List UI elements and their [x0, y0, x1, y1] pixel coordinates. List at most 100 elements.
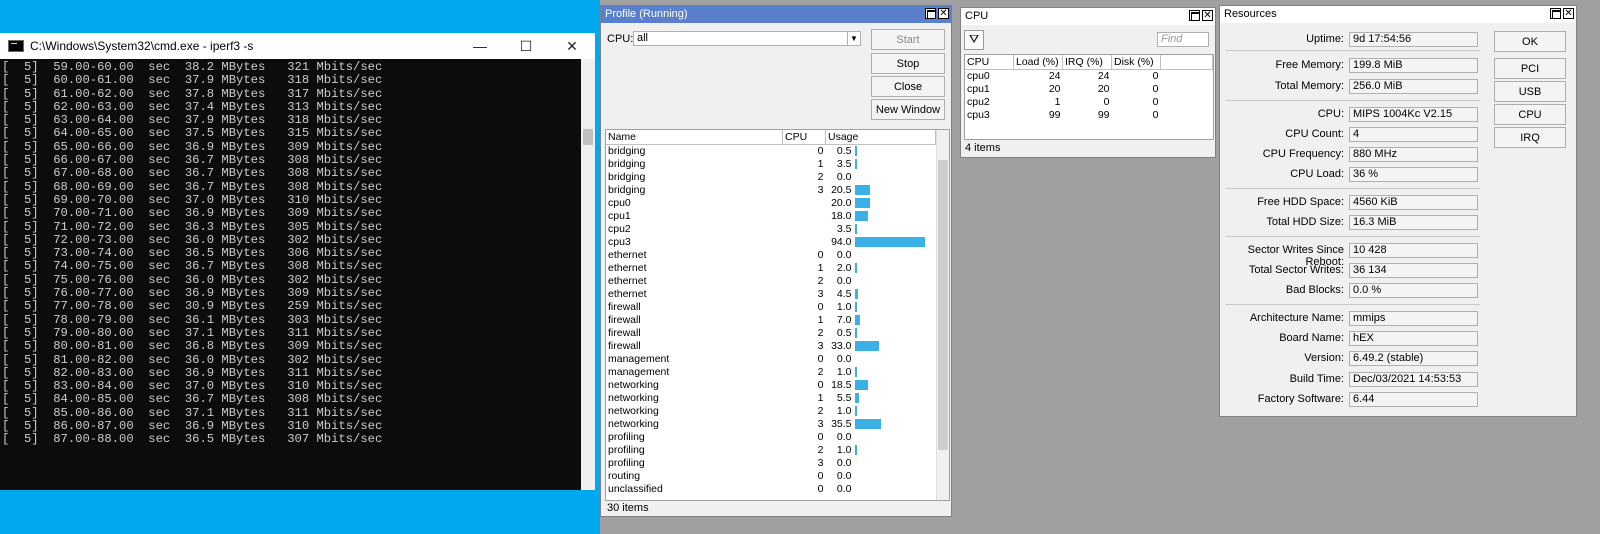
table-row[interactable]: ethernet 0 0.0	[606, 249, 936, 262]
cpu-select[interactable]: all ▼	[633, 31, 861, 46]
scrollbar-thumb[interactable]	[938, 160, 948, 450]
stop-button[interactable]: Stop	[871, 53, 945, 74]
process-name: cpu2	[608, 223, 631, 235]
table-row[interactable]: cpu0 20.0	[606, 197, 936, 210]
table-row[interactable]: networking 1 5.5	[606, 392, 936, 405]
table-row[interactable]: firewall 3 33.0	[606, 340, 936, 353]
table-row[interactable]: cpu2 1 0 0	[965, 96, 1213, 109]
table-row[interactable]: ethernet 2 0.0	[606, 275, 936, 288]
scrollbar-thumb[interactable]	[583, 129, 593, 145]
table-row[interactable]: firewall 0 1.0	[606, 301, 936, 314]
table-row[interactable]: management 2 1.0	[606, 366, 936, 379]
field-value[interactable]: 36 134	[1349, 263, 1478, 278]
column-header-irq[interactable]: IRQ (%)	[1062, 55, 1112, 70]
cpu-table[interactable]: CPU Load (%) IRQ (%) Disk (%) cpu0 24 24 0 c…	[964, 54, 1214, 140]
table-row[interactable]: bridging 2 0.0	[606, 171, 936, 184]
cpu-title-bar[interactable]: CPU ✕	[961, 8, 1215, 25]
table-row[interactable]: cpu2 3.5	[606, 223, 936, 236]
dropdown-arrow-icon[interactable]: ▼	[847, 32, 860, 45]
cmd-title-bar[interactable]: C:\Windows\System32\cmd.exe - iperf3 -s …	[0, 33, 595, 59]
column-header-usage[interactable]: Usage	[825, 130, 936, 145]
cpu-button[interactable]: CPU	[1494, 104, 1566, 125]
column-header-disk[interactable]: Disk (%)	[1111, 55, 1161, 70]
table-row[interactable]: firewall 1 7.0	[606, 314, 936, 327]
table-row[interactable]: ethernet 1 2.0	[606, 262, 936, 275]
column-header-cpu[interactable]: CPU	[965, 55, 1014, 70]
close-button[interactable]: Close	[871, 76, 945, 97]
cmd-window[interactable]: C:\Windows\System32\cmd.exe - iperf3 -s …	[0, 33, 595, 490]
table-row[interactable]: routing 0 0.0	[606, 470, 936, 483]
ok-button[interactable]: OK	[1494, 31, 1566, 52]
maximize-icon[interactable]	[925, 8, 936, 19]
filter-icon[interactable]: ⛛	[964, 30, 984, 50]
field-value[interactable]: mmips	[1349, 311, 1478, 326]
field-value[interactable]: 9d 17:54:56	[1349, 32, 1478, 47]
pci-button[interactable]: PCI	[1494, 58, 1566, 79]
column-header-cpu[interactable]: CPU	[782, 130, 826, 145]
maximize-icon[interactable]	[1550, 8, 1561, 19]
cpu-window[interactable]: CPU ✕ ⛛ Find CPU Load (%) IRQ (%) Disk (…	[960, 7, 1216, 158]
table-row[interactable]: management 0 0.0	[606, 353, 936, 366]
field-value[interactable]: 6.44	[1349, 392, 1478, 407]
field-value[interactable]: 880 MHz	[1349, 147, 1478, 162]
table-row[interactable]: cpu0 24 24 0	[965, 70, 1213, 84]
table-row[interactable]: cpu3 99 99 0	[965, 109, 1213, 122]
profile-title-bar[interactable]: Profile (Running) ✕	[601, 6, 951, 23]
table-row[interactable]: profiling 3 0.0	[606, 457, 936, 470]
table-row[interactable]: profiling 2 1.0	[606, 444, 936, 457]
field-value[interactable]: 4560 KiB	[1349, 195, 1478, 210]
table-row[interactable]: profiling 0 0.0	[606, 431, 936, 444]
console-line: [ 5] 68.00-69.00 sec 36.7 MBytes 308 Mbi…	[2, 179, 383, 194]
field-value[interactable]: 0.0 %	[1349, 283, 1478, 298]
table-row[interactable]: unclassified 0 0.0	[606, 483, 936, 496]
field-value[interactable]: 36 %	[1349, 167, 1478, 182]
table-row[interactable]: cpu1 18.0	[606, 210, 936, 223]
new-window-button[interactable]: New Window	[871, 99, 945, 120]
maximize-button[interactable]: ☐	[503, 38, 549, 55]
field-value[interactable]: hEX	[1349, 331, 1478, 346]
field-value[interactable]: 199.8 MiB	[1349, 58, 1478, 73]
table-row[interactable]: firewall 2 0.5	[606, 327, 936, 340]
table-row[interactable]: bridging 0 0.5	[606, 145, 936, 159]
table-row[interactable]: bridging 1 3.5	[606, 158, 936, 171]
table-row[interactable]: cpu3 94.0	[606, 236, 936, 249]
irq-button[interactable]: IRQ	[1494, 127, 1566, 148]
resources-title-bar[interactable]: Resources ✕	[1220, 6, 1576, 23]
column-menu[interactable]	[1160, 55, 1213, 70]
field-label: Bad Blocks:	[1285, 284, 1344, 296]
minimize-button[interactable]: —	[457, 38, 503, 54]
field-value[interactable]: 10 428	[1349, 243, 1478, 258]
field-value[interactable]: 16.3 MiB	[1349, 215, 1478, 230]
table-row[interactable]: cpu1 20 20 0	[965, 83, 1213, 96]
table-row[interactable]: networking 2 1.0	[606, 405, 936, 418]
table-row[interactable]: networking 0 18.5	[606, 379, 936, 392]
start-button[interactable]: Start	[871, 29, 945, 50]
field-value[interactable]: Dec/03/2021 14:53:53	[1349, 372, 1478, 387]
column-header-name[interactable]: Name	[606, 130, 783, 145]
console-output[interactable]: [ 5] 59.00-60.00 sec 38.2 MBytes 321 Mbi…	[0, 59, 581, 490]
cpu-number: 2	[817, 171, 824, 183]
resources-window[interactable]: Resources ✕ Uptime: 9d 17:54:56 Free Memor…	[1219, 5, 1577, 417]
field-value[interactable]: 256.0 MiB	[1349, 79, 1478, 94]
close-icon[interactable]: ✕	[938, 8, 949, 19]
field-value[interactable]: 6.49.2 (stable)	[1349, 351, 1478, 366]
usb-button[interactable]: USB	[1494, 81, 1566, 102]
cell-irq: 20	[1097, 83, 1110, 95]
field-value[interactable]: MIPS 1004Kc V2.15	[1349, 107, 1478, 122]
close-button[interactable]: ✕	[549, 38, 595, 55]
table-row[interactable]: bridging 3 20.5	[606, 184, 936, 197]
close-icon[interactable]: ✕	[1563, 8, 1574, 19]
table-row[interactable]: networking 3 35.5	[606, 418, 936, 431]
profile-table[interactable]: Name CPU Usage bridging 0 0.5 bridging 1 3.5 b…	[605, 129, 950, 501]
field-label: Total Memory:	[1274, 80, 1344, 92]
column-header-load[interactable]: Load (%)	[1013, 55, 1063, 70]
profile-window[interactable]: Profile (Running) ✕ CPU: all ▼ Start Sto…	[600, 5, 952, 517]
field-value[interactable]: 4	[1349, 127, 1478, 142]
usage-cell: 1.0	[826, 444, 936, 457]
table-row[interactable]: ethernet 3 4.5	[606, 288, 936, 301]
find-input[interactable]: Find	[1157, 32, 1209, 47]
profile-scrollbar[interactable]	[936, 130, 949, 500]
close-icon[interactable]: ✕	[1202, 10, 1213, 21]
console-scrollbar[interactable]	[581, 59, 595, 490]
maximize-icon[interactable]	[1189, 10, 1200, 21]
